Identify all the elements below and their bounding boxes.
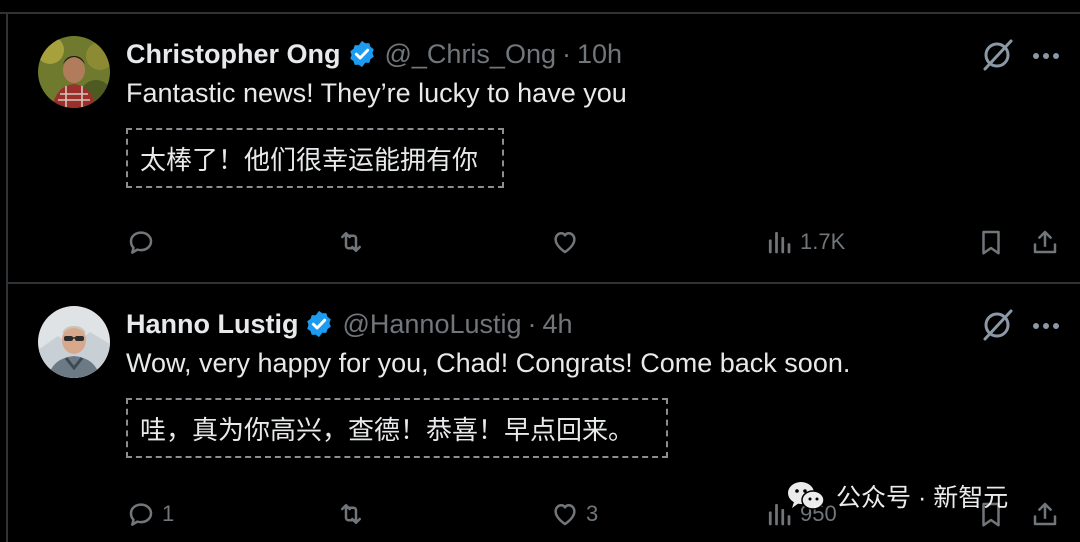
separator-dot: ·: [527, 308, 537, 339]
watermark: 公众号 · 新智元: [786, 478, 1008, 514]
share-icon: [1033, 502, 1057, 526]
avatar[interactable]: [38, 36, 110, 108]
avatar-photo-icon: [38, 36, 110, 108]
retweet-icon: [341, 232, 361, 252]
more-options-icon[interactable]: [1030, 312, 1062, 340]
verified-badge-icon: [307, 310, 332, 338]
tweet-text: Wow, very happy for you, Chad! Congrats!…: [126, 348, 851, 378]
more-options-icon[interactable]: [1030, 42, 1062, 70]
tweet-header: Christopher Ong @_Chris_Ong · 10h: [126, 34, 622, 74]
share-button[interactable]: [1030, 494, 1060, 534]
reply-count: 1: [162, 501, 175, 526]
tweet-text: Fantastic news! They’re lucky to have yo…: [126, 78, 627, 108]
timestamp[interactable]: 4h: [543, 309, 573, 340]
heart-icon: [554, 232, 576, 254]
timestamp[interactable]: 10h: [577, 39, 622, 70]
tweet-christopher-ong[interactable]: Christopher Ong @_Chris_Ong · 10h Fantas…: [6, 14, 1080, 284]
separator-dot: ·: [561, 38, 571, 69]
views-count: 1.7K: [800, 229, 846, 254]
bookmark-icon: [982, 230, 1000, 255]
author-name[interactable]: Hanno Lustig: [126, 309, 298, 340]
reply-button[interactable]: [126, 222, 162, 262]
heart-icon: [554, 504, 576, 526]
author-handle[interactable]: @_Chris_Ong: [385, 39, 556, 70]
translation-box: 哇，真为你高兴，查德！恭喜！早点回来。: [126, 398, 668, 458]
share-icon: [1033, 230, 1057, 254]
retweet-button[interactable]: [336, 494, 372, 534]
views-button[interactable]: 1.7K: [764, 222, 845, 262]
avatar-photo-icon: [38, 306, 110, 378]
wechat-icon: [788, 482, 825, 510]
watermark-text: 公众号 · 新智元: [836, 484, 1009, 512]
reply-icon: [129, 503, 153, 526]
tweet-header: Hanno Lustig @HannoLustig · 4h: [126, 304, 573, 344]
tweet-actions: 1.7K: [8, 222, 1080, 262]
verified-badge-icon: [349, 40, 374, 68]
reply-icon: [129, 231, 153, 254]
like-button[interactable]: 3: [550, 494, 598, 534]
like-count: 3: [586, 501, 599, 526]
author-name[interactable]: Christopher Ong: [126, 39, 341, 70]
share-button[interactable]: [1030, 222, 1060, 262]
like-button[interactable]: [550, 222, 586, 262]
views-chart-icon: [768, 231, 791, 254]
bookmark-button[interactable]: [976, 222, 1006, 262]
reply-button[interactable]: 1: [126, 494, 174, 534]
author-handle[interactable]: @HannoLustig: [342, 309, 521, 340]
avatar[interactable]: [38, 306, 110, 378]
grok-slash-icon[interactable]: [980, 38, 1014, 72]
top-divider: [0, 0, 1080, 14]
retweet-icon: [341, 504, 361, 524]
grok-slash-icon[interactable]: [980, 308, 1014, 342]
translation-box: 太棒了！他们很幸运能拥有你: [126, 128, 504, 188]
retweet-button[interactable]: [336, 222, 372, 262]
